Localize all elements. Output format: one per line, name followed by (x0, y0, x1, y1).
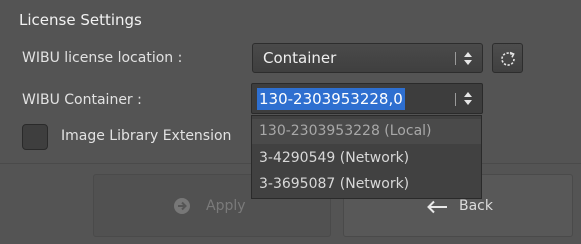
combo-separator (455, 52, 456, 65)
container-dropdown-list: 130-2303953228 (Local) 3-4290549 (Networ… (251, 115, 482, 199)
container-option[interactable]: 130-2303953228 (Local) (252, 119, 481, 144)
image-library-label: Image Library Extension (61, 128, 232, 144)
location-value: Container (263, 49, 337, 67)
arrow-left-icon (427, 200, 447, 214)
spin-arrows-icon (462, 50, 474, 68)
combo-separator (455, 93, 456, 106)
container-label: WIBU Container : (22, 92, 142, 108)
apply-label: Apply (206, 198, 246, 214)
license-location-select[interactable]: Container (252, 43, 483, 73)
section-title: License Settings (19, 11, 142, 29)
container-input-selected-text[interactable]: 130-2303953228,0 (257, 88, 405, 110)
refresh-icon (501, 51, 515, 66)
license-settings-panel: License Settings WIBU license location :… (0, 0, 581, 244)
container-option[interactable]: 3-4290549 (Network) (259, 150, 409, 166)
wibu-container-combo[interactable]: 130-2303953228,0 (251, 83, 483, 114)
arrow-right-circle-icon (174, 198, 190, 214)
back-label: Back (459, 198, 493, 214)
image-library-checkbox[interactable] (22, 124, 48, 150)
spin-arrows-icon[interactable] (462, 90, 474, 108)
container-option[interactable]: 3-3695087 (Network) (259, 176, 409, 192)
location-label: WIBU license location : (22, 50, 183, 66)
refresh-button[interactable] (492, 43, 523, 73)
